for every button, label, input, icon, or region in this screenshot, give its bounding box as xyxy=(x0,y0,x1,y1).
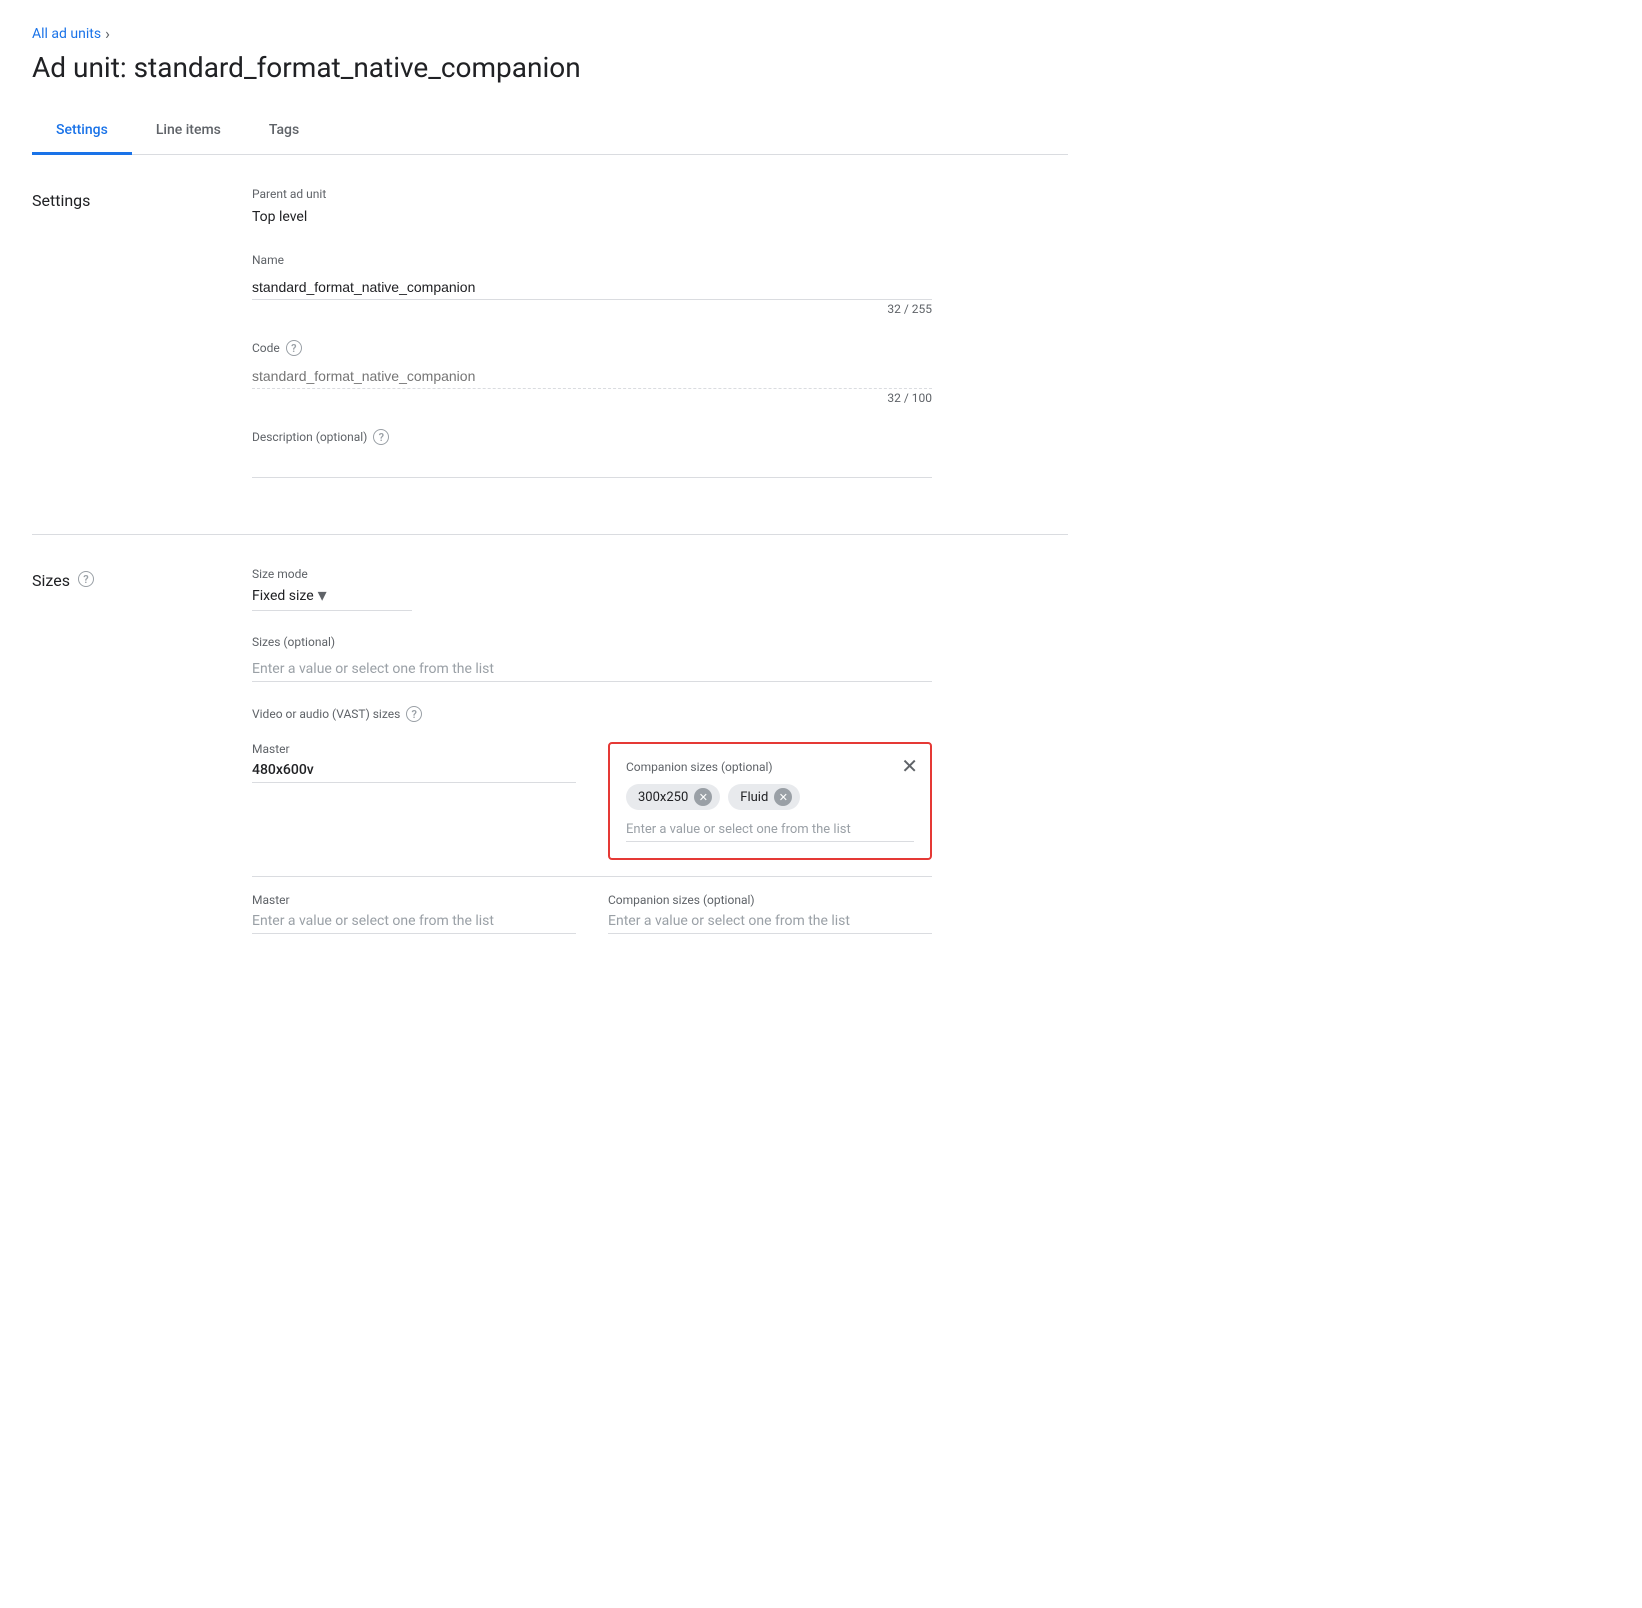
parent-ad-unit-value: Top level xyxy=(252,205,932,229)
vast-label: Video or audio (VAST) sizes ? xyxy=(252,706,932,722)
sizes-section: Sizes ? Size mode Fixed size ▾ Sizes (op… xyxy=(32,535,1068,982)
vast-companion-input-2[interactable]: Enter a value or select one from the lis… xyxy=(608,913,932,934)
sizes-section-label: Sizes ? xyxy=(32,567,252,950)
size-mode-label: Size mode xyxy=(252,567,932,581)
sizes-optional-input[interactable]: Enter a value or select one from the lis… xyxy=(252,653,932,682)
description-label: Description (optional) ? xyxy=(252,429,932,445)
settings-section-content: Parent ad unit Top level Name 32 / 255 C… xyxy=(252,187,932,502)
companion-tag-fluid: Fluid ✕ xyxy=(728,784,800,810)
companion-tag-300x250: 300x250 ✕ xyxy=(626,784,720,810)
vast-section: Video or audio (VAST) sizes ? Master 480… xyxy=(252,706,932,950)
companion-close-icon[interactable]: ✕ xyxy=(901,756,918,776)
vast-master-cell-2: Master Enter a value or select one from … xyxy=(252,893,576,934)
size-mode-value: Fixed size xyxy=(252,588,314,604)
code-counter: 32 / 100 xyxy=(252,391,932,405)
tab-line-items[interactable]: Line items xyxy=(132,108,245,155)
size-mode-dropdown-icon: ▾ xyxy=(318,585,327,606)
breadcrumb[interactable]: All ad units › xyxy=(32,24,1068,43)
size-mode-group: Size mode Fixed size ▾ xyxy=(252,567,932,611)
companion-box-label-1: Companion sizes (optional) xyxy=(626,760,914,774)
description-field-group: Description (optional) ? xyxy=(252,429,932,478)
vast-master-label-2: Master xyxy=(252,893,576,907)
companion-input-1[interactable]: Enter a value or select one from the lis… xyxy=(626,822,914,842)
vast-row-1: Master 480x600v Companion sizes (optiona… xyxy=(252,726,932,877)
companion-box-1: Companion sizes (optional) 300x250 ✕ Flu… xyxy=(608,742,932,860)
description-input[interactable] xyxy=(252,449,932,478)
vast-master-label-1: Master xyxy=(252,742,576,756)
page-title: Ad unit: standard_format_native_companio… xyxy=(32,51,1068,84)
vast-companion-label-2: Companion sizes (optional) xyxy=(608,893,932,907)
sizes-optional-group: Sizes (optional) Enter a value or select… xyxy=(252,635,932,682)
companion-tags-1: 300x250 ✕ Fluid ✕ xyxy=(626,784,914,810)
code-label: Code ? xyxy=(252,340,932,356)
vast-master-input-2[interactable]: Enter a value or select one from the lis… xyxy=(252,913,576,934)
description-help-icon[interactable]: ? xyxy=(373,429,389,445)
sizes-section-content: Size mode Fixed size ▾ Sizes (optional) … xyxy=(252,567,932,950)
tabs-bar: Settings Line items Tags xyxy=(32,108,1068,155)
code-help-icon[interactable]: ? xyxy=(286,340,302,356)
vast-row-2: Master Enter a value or select one from … xyxy=(252,877,932,950)
vast-companion-cell-2: Companion sizes (optional) Enter a value… xyxy=(608,893,932,934)
parent-ad-unit-label: Parent ad unit xyxy=(252,187,932,201)
breadcrumb-chevron-icon: › xyxy=(105,24,110,43)
breadcrumb-label: All ad units xyxy=(32,26,101,42)
sizes-optional-label: Sizes (optional) xyxy=(252,635,932,649)
code-field-group: Code ? 32 / 100 xyxy=(252,340,932,405)
tab-settings[interactable]: Settings xyxy=(32,108,132,155)
parent-ad-unit-group: Parent ad unit Top level xyxy=(252,187,932,229)
vast-help-icon[interactable]: ? xyxy=(406,706,422,722)
companion-tag-300x250-remove[interactable]: ✕ xyxy=(694,788,712,806)
code-input[interactable] xyxy=(252,360,932,389)
name-input[interactable] xyxy=(252,271,932,300)
sizes-help-icon[interactable]: ? xyxy=(78,571,94,587)
vast-master-cell-1: Master 480x600v xyxy=(252,742,576,783)
settings-section-label: Settings xyxy=(32,187,252,502)
tab-tags[interactable]: Tags xyxy=(245,108,323,155)
name-field-group: Name 32 / 255 xyxy=(252,253,932,316)
name-label: Name xyxy=(252,253,932,267)
settings-section: Settings Parent ad unit Top level Name 3… xyxy=(32,155,1068,535)
vast-master-value-1: 480x600v xyxy=(252,762,576,778)
size-mode-selector[interactable]: Fixed size ▾ xyxy=(252,585,412,611)
name-counter: 32 / 255 xyxy=(252,302,932,316)
companion-tag-fluid-remove[interactable]: ✕ xyxy=(774,788,792,806)
